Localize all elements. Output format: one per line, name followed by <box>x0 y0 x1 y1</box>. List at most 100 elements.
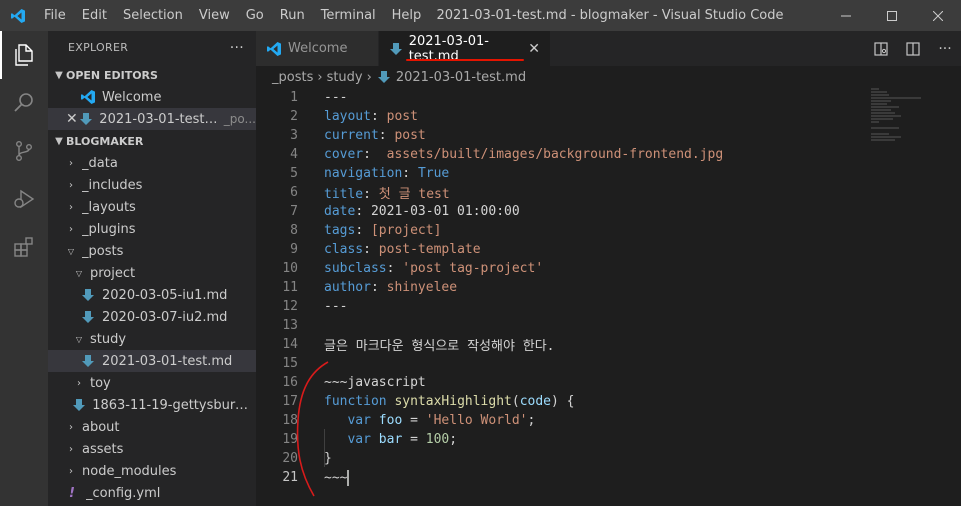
activity-extensions[interactable] <box>0 223 48 271</box>
code-editor[interactable]: 1 --- 2 layout: post 3 current: post 4 cover… <box>256 88 961 487</box>
chevron-right-icon: › <box>69 421 73 433</box>
file-iu1[interactable]: 2020-03-05-iu1.md <box>48 284 256 306</box>
tree-item-label: _data <box>82 155 118 171</box>
close-tab-icon[interactable]: ✕ <box>528 41 540 57</box>
open-editor-test-md[interactable]: ✕ 2021-03-01-test.md _po... <box>48 108 256 130</box>
tree-item-label: _includes <box>82 177 143 193</box>
tree-item-label: node_modules <box>82 463 177 479</box>
explorer-title: EXPLORER <box>68 41 129 54</box>
ellipsis-icon: ··· <box>938 40 952 57</box>
markdown-icon <box>389 41 403 57</box>
tree-item-label: _posts <box>82 243 124 259</box>
chevron-down-icon: ▽ <box>67 246 75 256</box>
tab-welcome[interactable]: Welcome <box>256 31 379 66</box>
code-text: 글은 마크다운 형식으로 작성해야 한다. <box>324 339 555 354</box>
file-gettysburg[interactable]: 1863-11-19-gettysburg-ad... <box>48 394 256 416</box>
more-editor-actions-button[interactable]: ··· <box>929 41 961 57</box>
maximize-icon <box>887 10 897 21</box>
menu-run[interactable]: Run <box>272 0 313 31</box>
menu-view[interactable]: View <box>191 0 238 31</box>
code-text: --- <box>324 299 348 314</box>
close-editor-icon[interactable]: ✕ <box>66 111 79 127</box>
code-line: 15 <box>256 354 961 373</box>
code-line: 14 글은 마크다운 형식으로 작성해야 한다. <box>256 335 961 354</box>
minimize-button[interactable] <box>823 0 869 31</box>
yaml-value: 첫 글 test <box>378 187 450 202</box>
activity-search[interactable] <box>0 79 48 127</box>
code-line: 1 --- <box>256 88 961 107</box>
tree-item-label: about <box>82 419 120 435</box>
minimap[interactable] <box>871 88 941 148</box>
keyword: var <box>347 413 371 428</box>
activity-source-control[interactable] <box>0 127 48 175</box>
code-line: 3 current: post <box>256 126 961 145</box>
split-editor-button[interactable] <box>897 41 929 57</box>
close-window-button[interactable] <box>915 0 961 31</box>
activity-bar <box>0 31 48 506</box>
open-editor-label: 2021-03-01-test.md <box>99 111 218 127</box>
folder-posts[interactable]: ▽ _posts <box>48 240 256 262</box>
open-editors-section[interactable]: ▼ OPEN EDITORS <box>48 64 256 86</box>
code-line: 18 var foo = 'Hello World'; <box>256 411 961 430</box>
folder-node-modules[interactable]: › node_modules <box>48 460 256 482</box>
tree-item-label: _plugins <box>82 221 136 237</box>
folder-study[interactable]: ▽ study <box>48 328 256 350</box>
line-number: 4 <box>290 147 298 162</box>
menu-edit[interactable]: Edit <box>74 0 115 31</box>
source-control-icon <box>15 141 32 162</box>
line-number: 6 <box>290 185 298 200</box>
chevron-right-icon: › <box>317 69 323 85</box>
chevron-right-icon: › <box>69 179 73 191</box>
file-config-yml[interactable]: ! _config.yml <box>48 482 256 504</box>
open-editor-label: Welcome <box>102 89 162 105</box>
maximize-button[interactable] <box>869 0 915 31</box>
project-section[interactable]: ▼ BLOGMAKER <box>48 130 256 152</box>
vscode-logo-icon <box>0 0 36 31</box>
parameter: code <box>519 394 551 409</box>
tree-item-label: study <box>90 331 127 347</box>
folder-project[interactable]: ▽ project <box>48 262 256 284</box>
folder-data[interactable]: › _data <box>48 152 256 174</box>
folder-toy[interactable]: › toy <box>48 372 256 394</box>
project-title: BLOGMAKER <box>66 134 144 148</box>
preview-icon <box>874 41 888 56</box>
folder-plugins[interactable]: › _plugins <box>48 218 256 240</box>
menu-go[interactable]: Go <box>238 0 272 31</box>
code-text: --- <box>324 90 348 105</box>
activity-run-debug[interactable] <box>0 175 48 223</box>
code-line: 13 <box>256 316 961 335</box>
code-line: 21 ~~~ <box>256 468 961 487</box>
folder-includes[interactable]: › _includes <box>48 174 256 196</box>
code-line: 9 class: post-template <box>256 240 961 259</box>
folder-assets[interactable]: › assets <box>48 438 256 460</box>
number-literal: 100 <box>425 432 450 447</box>
tree-item-label: assets <box>82 441 124 457</box>
red-underline-annotation <box>406 59 524 61</box>
line-number: 11 <box>282 280 298 295</box>
chevron-right-icon: › <box>366 69 372 85</box>
yaml-key: author <box>324 280 371 295</box>
menu-file[interactable]: File <box>36 0 74 31</box>
menu-terminal[interactable]: Terminal <box>313 0 384 31</box>
code-line: 20} <box>256 449 961 468</box>
line-number: 13 <box>282 318 298 333</box>
file-test-md[interactable]: 2021-03-01-test.md <box>48 350 256 372</box>
open-editor-welcome[interactable]: Welcome <box>48 86 256 108</box>
folder-layouts[interactable]: › _layouts <box>48 196 256 218</box>
breadcrumb-posts[interactable]: _posts <box>272 70 313 85</box>
line-number: 12 <box>282 299 298 314</box>
breadcrumb-file[interactable]: 2021-03-01-test.md <box>396 70 526 85</box>
folder-about[interactable]: › about <box>48 416 256 438</box>
line-number: 1 <box>290 90 298 105</box>
open-preview-button[interactable] <box>865 41 897 57</box>
breadcrumb-study[interactable]: study <box>327 70 363 85</box>
file-iu2[interactable]: 2020-03-07-iu2.md <box>48 306 256 328</box>
chevron-down-icon: ▽ <box>75 268 83 278</box>
open-editors-title: OPEN EDITORS <box>66 68 158 82</box>
files-icon <box>15 44 33 66</box>
yaml-value: True <box>417 166 450 181</box>
menu-selection[interactable]: Selection <box>115 0 191 31</box>
activity-explorer[interactable] <box>0 31 48 79</box>
yaml-key: class <box>324 242 364 257</box>
more-actions-icon[interactable]: ··· <box>230 40 244 56</box>
